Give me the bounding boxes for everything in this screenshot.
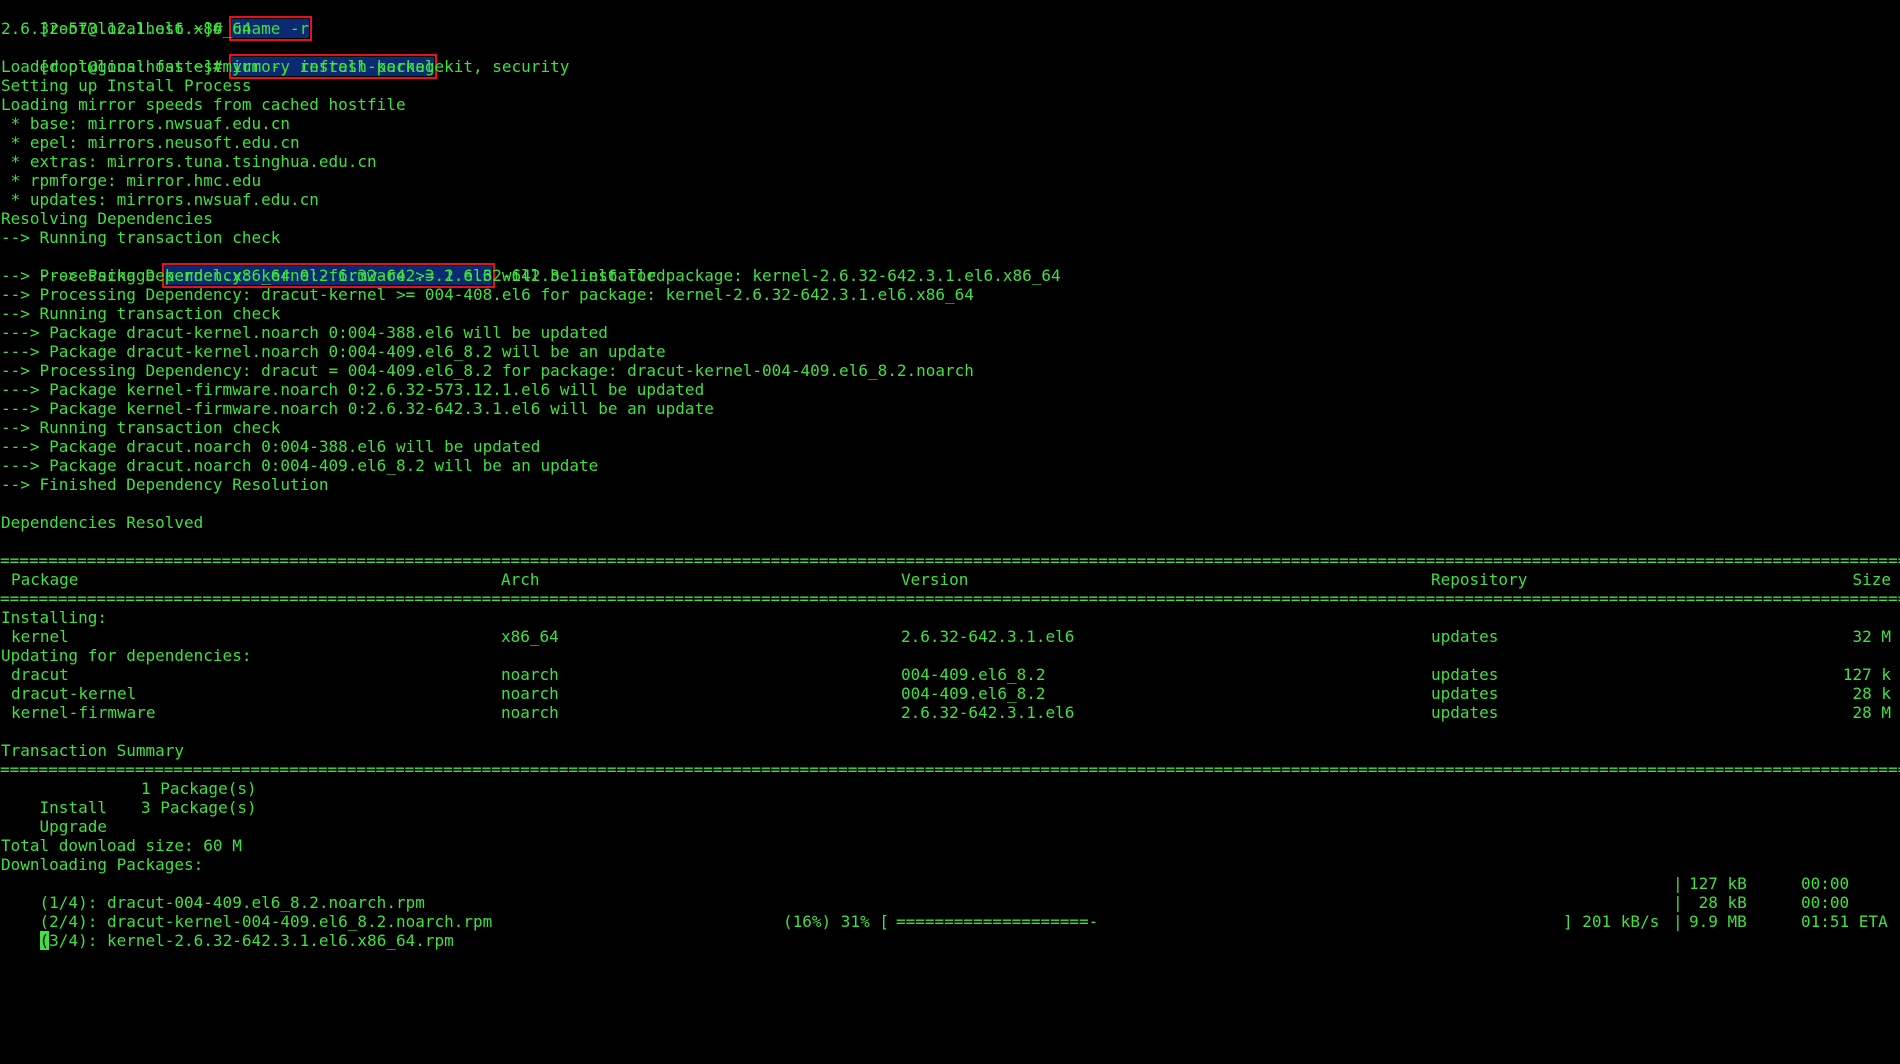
cell-size: 28 M (1852, 703, 1891, 722)
cell-package: dracut-kernel (11, 684, 137, 703)
package-kernel-line: ---> Package kernel.x86_64 0:2.6.32-642.… (1, 247, 666, 288)
download-time: 00:00 (1801, 893, 1850, 912)
table-row: dracut noarch 004-409.el6_8.2 updates 12… (1, 665, 1891, 684)
download-time: 00:00 (1801, 874, 1850, 893)
download-row: (1/4): dracut-004-409.el6_8.2.noarch.rpm… (1, 874, 1891, 912)
cell-version: 004-409.el6_8.2 (901, 665, 1046, 684)
log-line: ---> Package dracut-kernel.noarch 0:004-… (1, 342, 666, 361)
download-divider: | (1673, 912, 1683, 931)
log-line: * rpmforge: mirror.hmc.edu (1, 171, 262, 190)
download-percent: (16%) 31% [ (783, 912, 889, 931)
log-line: --> Processing Dependency: kernel-firmwa… (1, 266, 1061, 285)
download-speed: ] 201 kB/s (1563, 912, 1660, 931)
cell-arch: noarch (501, 684, 559, 703)
cell-package: kernel-firmware (11, 703, 156, 722)
log-line: ---> Package dracut-kernel.noarch 0:004-… (1, 323, 608, 342)
updating-label: Updating for dependencies: (1, 646, 252, 665)
cell-size: 28 k (1852, 684, 1891, 703)
log-line: --> Finished Dependency Resolution (1, 475, 329, 494)
cell-package: dracut (11, 665, 69, 684)
download-divider: | (1673, 874, 1683, 893)
cell-size: 127 k (1842, 665, 1891, 684)
log-line: ---> Package kernel-firmware.noarch 0:2.… (1, 399, 714, 418)
log-line: Resolving Dependencies (1, 209, 213, 228)
cell-version: 2.6.32-642.3.1.el6 (901, 627, 1075, 646)
cell-arch: noarch (501, 665, 559, 684)
column-header-repository: Repository (1431, 570, 1528, 589)
download-progress-row: (3/4): kernel-2.6.32-642.3.1.el6.x86_64.… (1, 912, 1891, 950)
log-line: --> Processing Dependency: dracut = 004-… (1, 361, 974, 380)
summary-upgrade-label: Upgrade (39, 817, 107, 836)
log-line: --> Processing Dependency: dracut-kernel… (1, 285, 974, 304)
log-line: * base: mirrors.nwsuaf.edu.cn (1, 114, 290, 133)
cell-repository: updates (1431, 703, 1499, 722)
summary-upgrade: Upgrade 3 Package(s) (1, 798, 257, 836)
installing-label: Installing: (1, 608, 107, 627)
dependencies-resolved: Dependencies Resolved (1, 513, 204, 532)
download-file: 3/4): kernel-2.6.32-642.3.1.el6.x86_64.r… (49, 931, 454, 950)
log-line: ---> Package kernel-firmware.noarch 0:2.… (1, 380, 705, 399)
log-line: * updates: mirrors.nwsuaf.edu.cn (1, 190, 319, 209)
download-eta: 01:51 ETA (1801, 912, 1888, 931)
cell-repository: updates (1431, 684, 1499, 703)
cell-version: 004-409.el6_8.2 (901, 684, 1046, 703)
downloading-packages: Downloading Packages: (1, 855, 204, 874)
transaction-summary-title: Transaction Summary (1, 741, 185, 760)
log-line: * epel: mirrors.neusoft.edu.cn (1, 133, 300, 152)
column-header-size: Size (1852, 570, 1891, 589)
download-size: 9.9 MB (1689, 912, 1747, 931)
log-line: ---> Package dracut.noarch 0:004-409.el6… (1, 456, 599, 475)
download-progress-bar: ====================- (896, 912, 1099, 931)
total-download-size: Total download size: 60 M (1, 836, 242, 855)
log-line: --> Running transaction check (1, 418, 281, 437)
download-row: (2/4): dracut-kernel-004-409.el6_8.2.noa… (1, 893, 1891, 931)
cell-repository: updates (1431, 627, 1499, 646)
log-line: --> Running transaction check (1, 228, 281, 247)
output-kernel-version: 2.6.32-573.12.1.el6.x86_64 (1, 19, 252, 38)
separator: ========================================… (0, 551, 1900, 570)
table-row: kernel x86_64 2.6.32-642.3.1.el6 updates… (1, 627, 1891, 646)
terminal-window[interactable]: [root@localhost ~]# uname -r 2.6.32-573.… (0, 0, 1900, 950)
column-header-version: Version (901, 570, 969, 589)
separator: ========================================… (0, 760, 1900, 779)
summary-upgrade-count: 3 Package(s) (141, 798, 257, 817)
table-row: dracut-kernel noarch 004-409.el6_8.2 upd… (1, 684, 1891, 703)
log-line: * extras: mirrors.tuna.tsinghua.edu.cn (1, 152, 377, 171)
cell-size: 32 M (1852, 627, 1891, 646)
cell-arch: x86_64 (501, 627, 559, 646)
cell-arch: noarch (501, 703, 559, 722)
column-header-arch: Arch (501, 570, 540, 589)
cell-package: kernel (11, 627, 69, 646)
prompt-line-1: [root@localhost ~]# uname -r (1, 0, 313, 41)
summary-install: Install 1 Package(s) (1, 779, 257, 817)
column-header-package: Package (11, 570, 79, 589)
download-size: 127 kB (1689, 874, 1747, 893)
log-line: Setting up Install Process (1, 76, 252, 95)
table-header: Package Arch Version Repository Size (1, 570, 1891, 589)
log-line: Loading mirror speeds from cached hostfi… (1, 95, 406, 114)
table-row: kernel-firmware noarch 2.6.32-642.3.1.el… (1, 703, 1891, 722)
terminal-cursor: ( (39, 931, 50, 950)
log-line: ---> Package dracut.noarch 0:004-388.el6… (1, 437, 541, 456)
download-divider: | (1673, 893, 1683, 912)
cell-version: 2.6.32-642.3.1.el6 (901, 703, 1075, 722)
separator: ========================================… (0, 589, 1900, 608)
summary-install-count: 1 Package(s) (141, 779, 257, 798)
download-size: 28 kB (1689, 893, 1747, 912)
prompt-line-2: [root@localhost ~]# yum -y install kerne… (1, 38, 438, 79)
cell-repository: updates (1431, 665, 1499, 684)
log-line: Loaded plugins: fastestmirror, refresh-p… (1, 57, 570, 76)
log-line: --> Running transaction check (1, 304, 281, 323)
